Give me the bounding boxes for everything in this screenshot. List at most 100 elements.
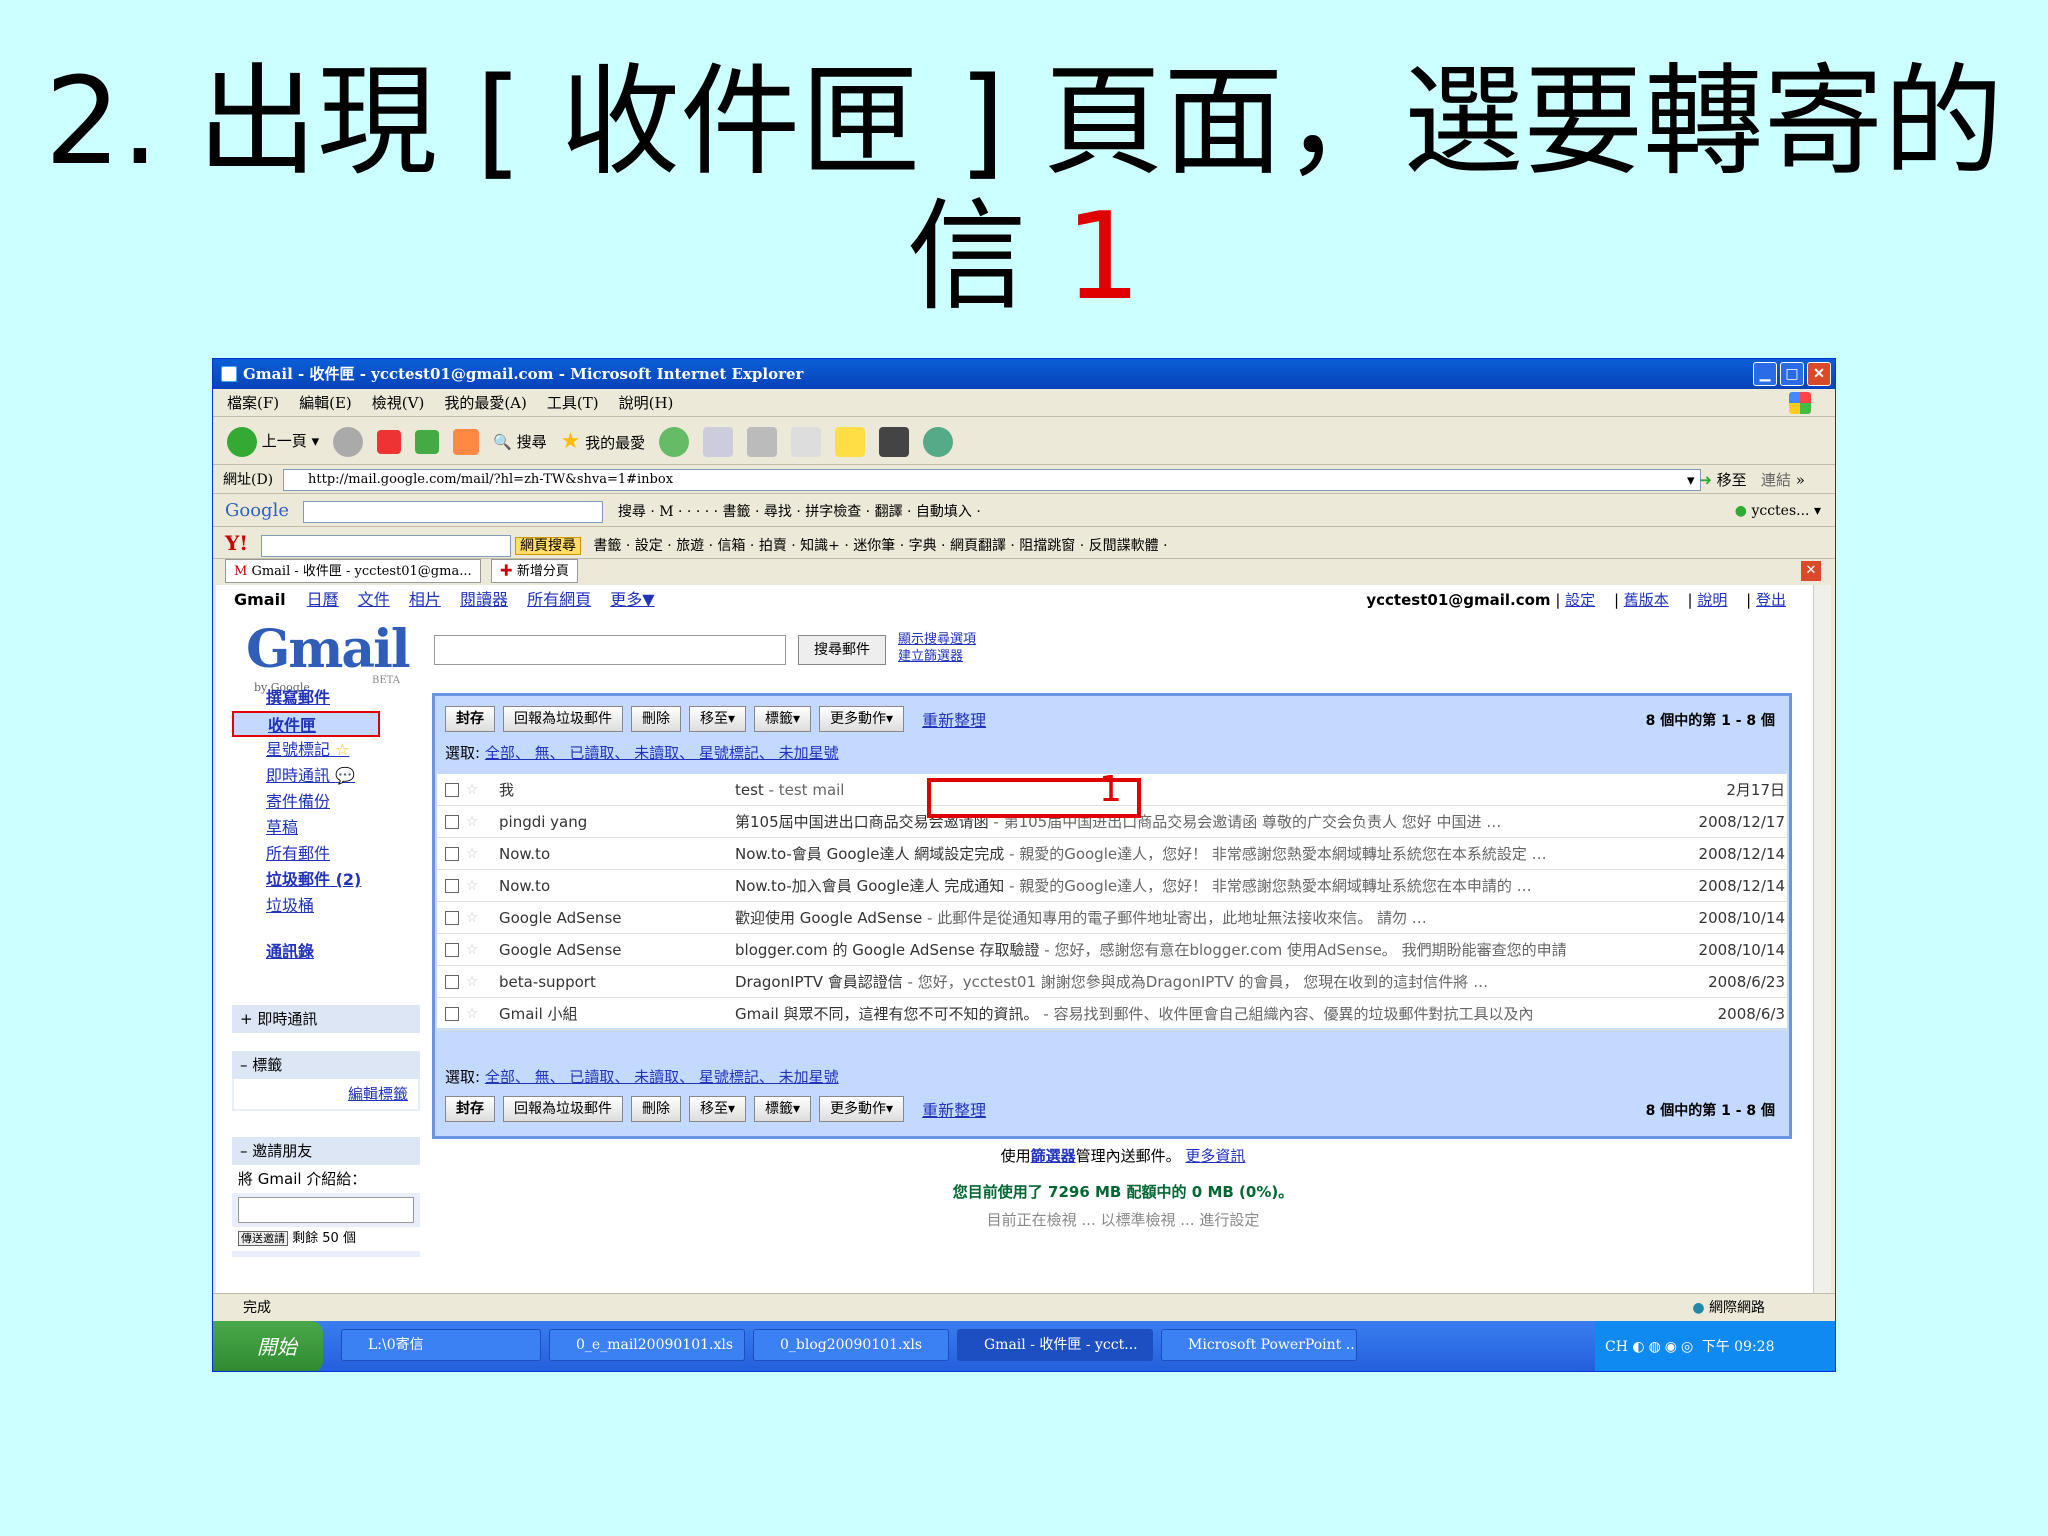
nav-reader[interactable]: 閱讀器 <box>460 590 508 609</box>
research-icon[interactable] <box>879 426 910 457</box>
row-checkbox[interactable] <box>445 878 459 893</box>
older-version-link[interactable]: 舊版本 <box>1624 591 1669 609</box>
task-gmail[interactable]: Gmail - 收件匣 - ycct... <box>957 1329 1153 1361</box>
more-info-link[interactable]: 更多資訊 <box>1185 1147 1245 1165</box>
move-to-dropdown[interactable]: 移至▾ <box>689 1096 747 1122</box>
message-row[interactable]: ☆ Google AdSense 歡迎使用 Google AdSense - 此郵件… <box>437 902 1787 934</box>
mail-search-input[interactable] <box>434 635 786 665</box>
yahoo-toolbar-items[interactable]: 書籤 · 設定 · 旅遊 · 信箱 · 拍賣 · 知識+ · 迷你筆 · 字典 … <box>593 538 1167 554</box>
go-button[interactable]: ▾ ➜ 移至 連結 » <box>1687 466 1805 494</box>
menu-file[interactable]: 檔案(F) <box>227 389 279 416</box>
row-star-icon[interactable]: ☆ <box>459 814 485 830</box>
create-filter-link[interactable]: 建立篩選器 <box>898 648 976 665</box>
signout-link[interactable]: 登出 <box>1756 591 1786 609</box>
edit-icon[interactable] <box>791 426 822 457</box>
edit-labels-link[interactable]: 編輯標籤 <box>234 1079 418 1109</box>
sent-link[interactable]: 寄件備份 <box>232 789 432 815</box>
row-checkbox[interactable] <box>445 1006 459 1021</box>
nav-calendar[interactable]: 日曆 <box>307 590 339 609</box>
settings-link[interactable]: 設定 <box>1565 591 1595 609</box>
row-star-icon[interactable]: ☆ <box>459 878 485 894</box>
task-powerpoint[interactable]: Microsoft PowerPoint ... <box>1161 1329 1357 1361</box>
row-checkbox[interactable] <box>445 782 459 797</box>
row-checkbox[interactable] <box>445 846 459 861</box>
language-indicator[interactable]: CH <box>1605 1339 1628 1355</box>
trash-link[interactable]: 垃圾桶 <box>232 893 432 919</box>
nav-photos[interactable]: 相片 <box>409 590 441 609</box>
chats-link[interactable]: 即時通訊 💬 <box>232 763 432 789</box>
task-excel-1[interactable]: 0_e_mail20090101.xls <box>549 1329 745 1361</box>
chat-box-header[interactable]: + 即時通訊 <box>232 1005 420 1033</box>
google-account[interactable]: ● ycctes... ▾ <box>1735 495 1821 527</box>
menu-favorites[interactable]: 我的最愛(A) <box>444 389 527 416</box>
history-icon[interactable] <box>659 426 690 457</box>
filter-link[interactable]: 篩選器 <box>1031 1147 1076 1165</box>
delete-button[interactable]: 刪除 <box>631 1096 681 1122</box>
vertical-scrollbar[interactable] <box>1813 585 1831 1293</box>
home-icon[interactable] <box>453 428 480 455</box>
tab-gmail[interactable]: M Gmail - 收件匣 - ycctest01@gma... <box>225 559 481 583</box>
row-star-icon[interactable]: ☆ <box>459 974 485 990</box>
yahoo-search-button[interactable]: 網頁搜尋 <box>514 537 581 555</box>
address-input[interactable]: http://mail.google.com/mail/?hl=zh-TW&sh… <box>283 469 1701 491</box>
google-toolbar-items[interactable]: 搜尋 · M · · · · · 書籤 · 尋找 · 拼字檢查 · 翻譯 · 自… <box>618 504 981 520</box>
more-actions-dropdown[interactable]: 更多動作▾ <box>819 706 905 732</box>
minimize-button[interactable]: ▁ <box>1753 362 1777 386</box>
show-search-options-link[interactable]: 顯示搜尋選項 <box>898 631 976 648</box>
labels-dropdown[interactable]: 標籤▾ <box>754 706 812 732</box>
mail-icon[interactable] <box>703 426 734 457</box>
row-checkbox[interactable] <box>445 814 459 829</box>
message-row[interactable]: ☆ Now.to Now.to-會員 Google達人 網域設定完成 - 親愛的Go… <box>437 838 1787 870</box>
note-icon[interactable] <box>835 426 866 457</box>
yahoo-input[interactable] <box>260 535 511 557</box>
archive-button[interactable]: 封存 <box>445 1096 495 1122</box>
row-star-icon[interactable]: ☆ <box>459 942 485 958</box>
maximize-button[interactable]: □ <box>1780 362 1804 386</box>
more-actions-dropdown[interactable]: 更多動作▾ <box>819 1096 905 1122</box>
search-button[interactable]: 🔍 搜尋 <box>493 431 546 452</box>
close-tab-icon[interactable]: ✕ <box>1801 561 1821 581</box>
row-star-icon[interactable]: ☆ <box>459 846 485 862</box>
drafts-link[interactable]: 草稿 <box>232 815 432 841</box>
report-spam-button[interactable]: 回報為垃圾郵件 <box>503 1096 623 1122</box>
report-spam-button[interactable]: 回報為垃圾郵件 <box>503 706 623 732</box>
nav-more[interactable]: 更多▼ <box>610 590 654 609</box>
gmail-brand-link[interactable]: Gmail <box>234 590 286 609</box>
nav-web[interactable]: 所有網頁 <box>527 590 591 609</box>
refresh-icon[interactable] <box>415 429 440 454</box>
row-checkbox[interactable] <box>445 942 459 957</box>
close-button[interactable]: ✕ <box>1807 362 1831 386</box>
contacts-link[interactable]: 通訊錄 <box>232 939 432 965</box>
archive-button[interactable]: 封存 <box>445 706 495 732</box>
search-mail-button[interactable]: 搜尋郵件 <box>798 635 886 665</box>
starred-link[interactable]: 星號標記 ☆ <box>232 737 432 763</box>
tab-new[interactable]: ✚ 新增分頁 <box>490 559 578 583</box>
task-folder[interactable]: L:\0寄信 <box>341 1329 541 1361</box>
spam-link[interactable]: 垃圾郵件 (2) <box>232 867 432 893</box>
gmail-logo[interactable]: Gmail by Google BETA <box>246 619 411 694</box>
messenger-icon[interactable] <box>923 426 954 457</box>
message-row[interactable]: ☆ Google AdSense blogger.com 的 Google AdSe… <box>437 934 1787 966</box>
labels-dropdown[interactable]: 標籤▾ <box>754 1096 812 1122</box>
refresh-link[interactable]: 重新整理 <box>922 1097 986 1121</box>
row-star-icon[interactable]: ☆ <box>459 1006 485 1022</box>
help-link[interactable]: 說明 <box>1697 591 1727 609</box>
send-invite-button[interactable]: 傳送邀請 <box>238 1231 288 1246</box>
row-checkbox[interactable] <box>445 910 459 925</box>
select-links[interactable]: 全部、 無、 已讀取、 未讀取、 星號標記、 未加星號 <box>485 1068 839 1086</box>
forward-arrow-icon[interactable] <box>333 426 364 457</box>
message-row[interactable]: ☆ Now.to Now.to-加入會員 Google達人 完成通知 - 親愛的Go… <box>437 870 1787 902</box>
task-excel-2[interactable]: 0_blog20090101.xls <box>753 1329 949 1361</box>
delete-button[interactable]: 刪除 <box>631 706 681 732</box>
move-to-dropdown[interactable]: 移至▾ <box>689 706 747 732</box>
row-checkbox[interactable] <box>445 974 459 989</box>
row-star-icon[interactable]: ☆ <box>459 782 485 798</box>
nav-docs[interactable]: 文件 <box>358 590 390 609</box>
message-row[interactable]: ☆ Gmail 小組 Gmail 與眾不同，這裡有您不可不知的資訊。 - 容易找到郵… <box>437 998 1787 1030</box>
menu-help[interactable]: 說明(H) <box>619 389 674 416</box>
menu-edit[interactable]: 編輯(E) <box>299 389 352 416</box>
favorites-button[interactable]: ★ 我的最愛 <box>561 429 646 454</box>
inbox-link[interactable]: 收件匣 <box>232 711 380 737</box>
message-row[interactable]: ☆ beta-support DragonIPTV 會員認證信 - 您好，yccte… <box>437 966 1787 998</box>
refresh-link[interactable]: 重新整理 <box>922 707 986 731</box>
